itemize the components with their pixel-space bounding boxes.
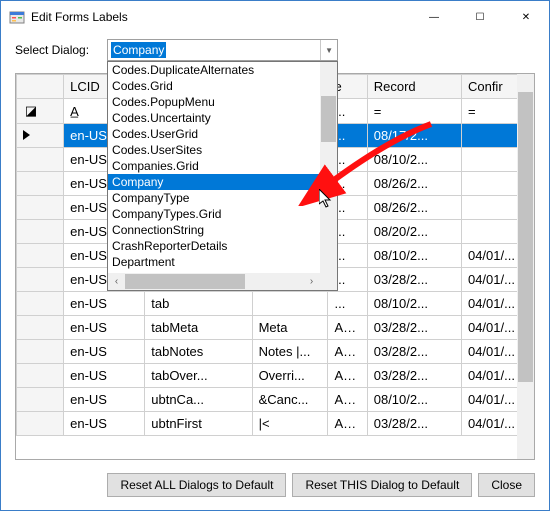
dropdown-item[interactable]: Codes.UserSites [108,142,337,158]
dropdown-item[interactable]: Codes.UserGrid [108,126,337,142]
dropdown-item[interactable]: Companies.Grid [108,158,337,174]
dropdown-hscrollbar[interactable]: ‹› [108,273,320,290]
dropdown-item[interactable]: Codes.DuplicateAlternates [108,62,337,78]
maximize-button[interactable]: ☐ [457,1,503,33]
dropdown-item[interactable]: CompanyTypes.Grid [108,206,337,222]
footer: Reset ALL Dialogs to Default Reset THIS … [1,470,549,500]
grid-scrollbar[interactable] [517,74,534,459]
select-dialog-dropdown[interactable]: Codes.DuplicateAlternatesCodes.GridCodes… [107,61,338,291]
select-dialog-row: Select Dialog: Company ▼ Codes.Duplicate… [1,33,549,71]
dropdown-scrollbar[interactable] [320,62,337,273]
dropdown-item[interactable]: ConnectionString [108,222,337,238]
table-row[interactable]: en-USubtnCa...&Canc...Auto A...08/10/2..… [17,388,534,412]
reset-all-button[interactable]: Reset ALL Dialogs to Default [107,473,286,497]
dropdown-item[interactable]: CompanyType [108,190,337,206]
reset-this-button[interactable]: Reset THIS Dialog to Default [292,473,472,497]
chevron-down-icon: ▼ [320,40,337,60]
table-row[interactable]: en-UStab...08/10/2...04/01/... [17,292,534,316]
table-row[interactable]: en-UStabNotesNotes |...Auto A...03/28/2.… [17,340,534,364]
select-dialog-value: Company [111,42,166,58]
dropdown-item[interactable]: Codes.Grid [108,78,337,94]
table-row[interactable]: en-UStabOver...Overri...Auto A...03/28/2… [17,364,534,388]
dropdown-item[interactable]: Department [108,254,337,270]
app-icon [9,9,25,25]
filter-textcase-icon[interactable]: A̲ [70,104,79,119]
row-indicator-icon [23,130,30,140]
filter-icon[interactable]: ◪ [23,103,39,119]
table-row[interactable]: en-UStabMetaMetaAuto A...03/28/2...04/01… [17,316,534,340]
dropdown-item[interactable]: Codes.PopupMenu [108,94,337,110]
grid-header-record[interactable]: Record [367,75,461,99]
close-button[interactable]: ✕ [503,1,549,33]
close-dialog-button[interactable]: Close [478,473,535,497]
dropdown-item[interactable]: CrashReporterDetails [108,238,337,254]
table-row[interactable]: en-USubtnFirst|<Auto A...03/28/2...04/01… [17,412,534,436]
select-dialog-combobox[interactable]: Company ▼ [107,39,338,61]
dropdown-item[interactable]: Codes.Uncertainty [108,110,337,126]
title-bar: Edit Forms Labels — ☐ ✕ [1,1,549,33]
window-title: Edit Forms Labels [31,10,411,24]
dropdown-item[interactable]: Company [108,174,337,190]
select-dialog-label: Select Dialog: [15,43,89,57]
minimize-button[interactable]: — [411,1,457,33]
grid-header-blank[interactable] [17,75,64,99]
